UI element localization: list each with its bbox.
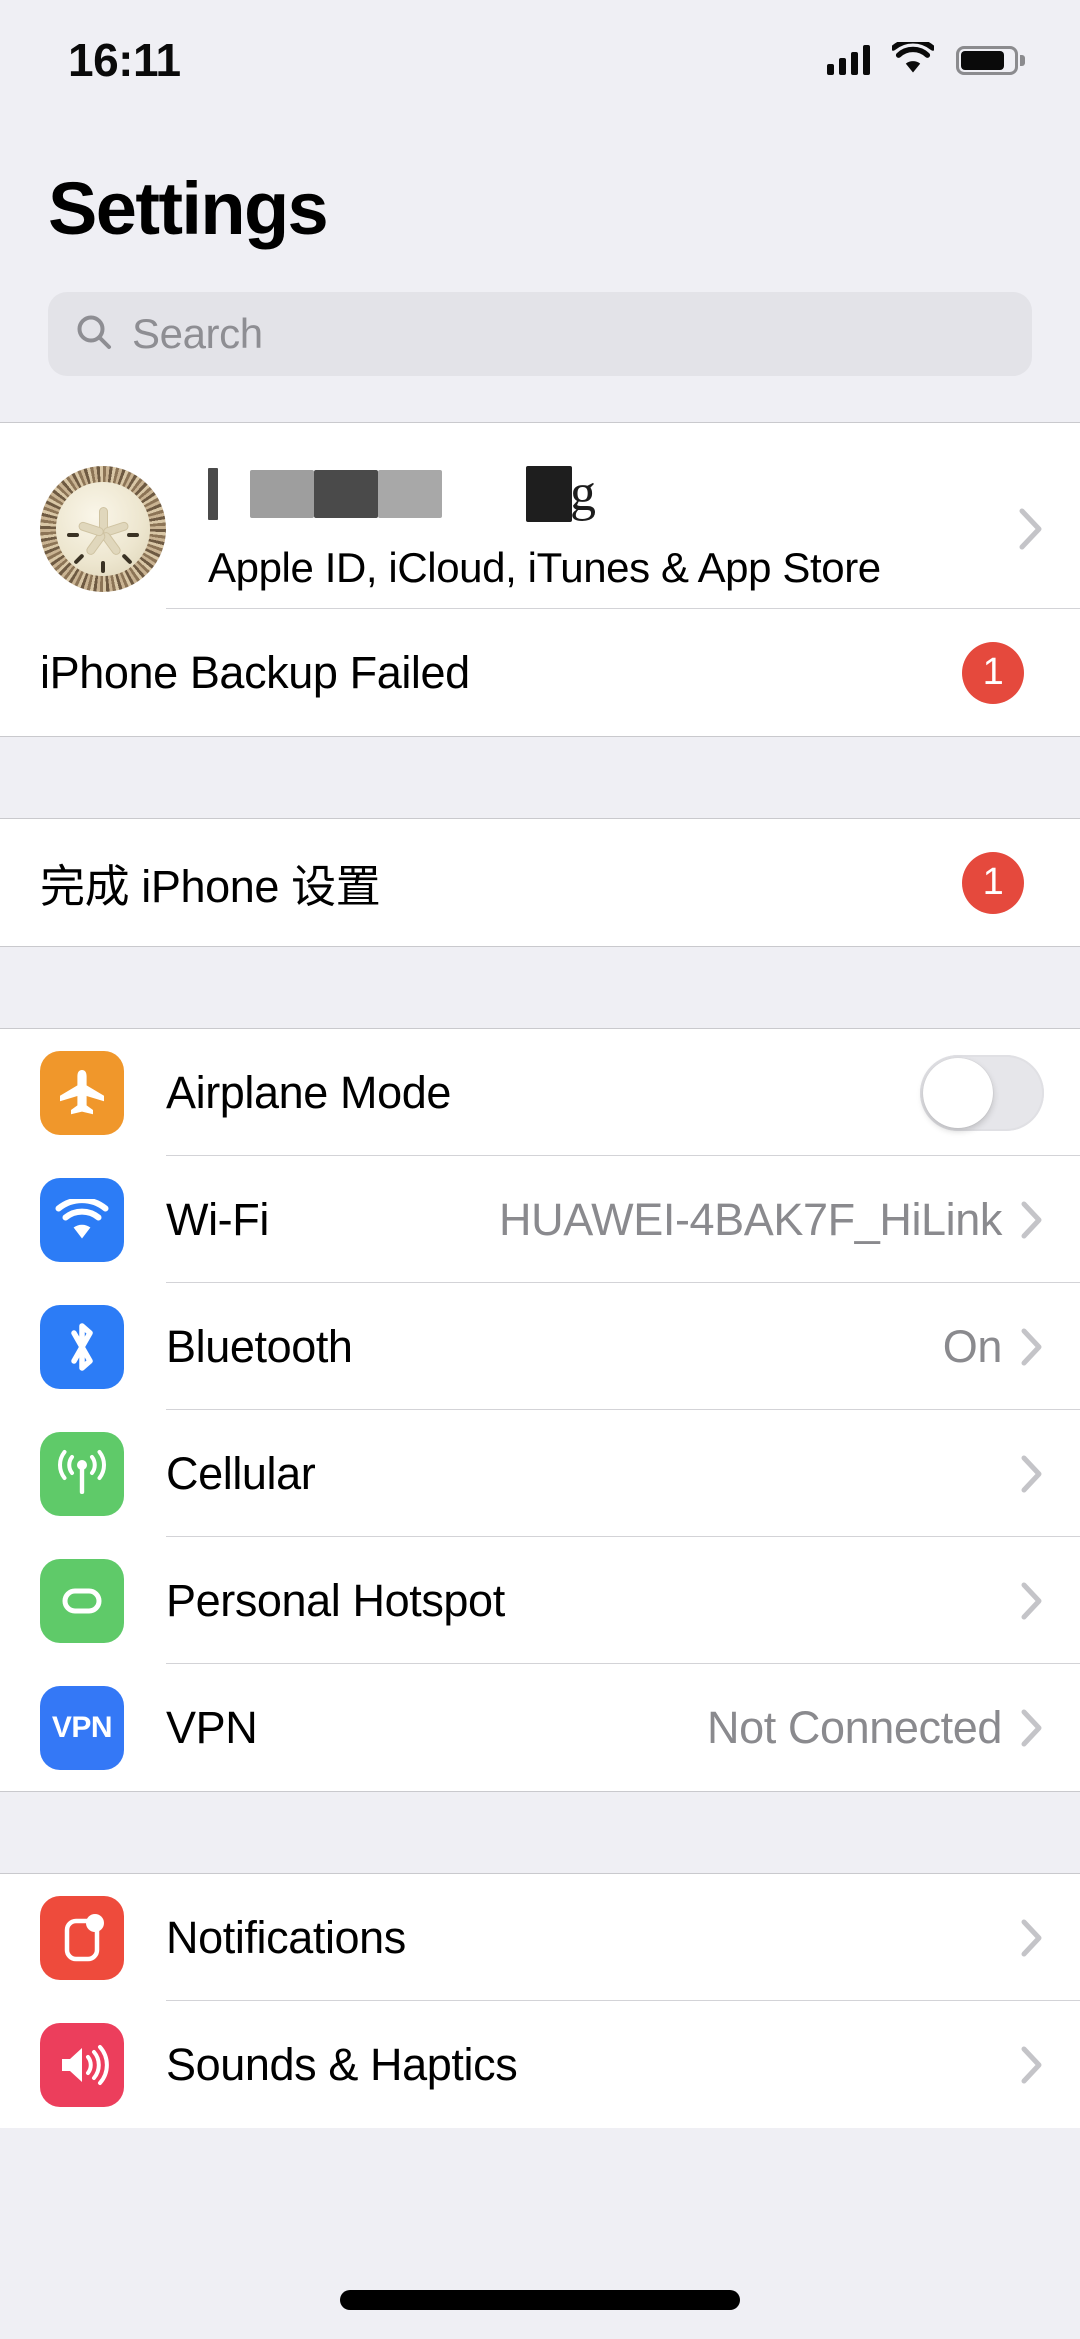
chevron-right-icon: [1020, 1326, 1044, 1368]
apple-id-row[interactable]: g Apple ID, iCloud, iTunes & App Store: [0, 423, 1080, 609]
battery-icon: [956, 46, 1018, 75]
apple-id-text: g Apple ID, iCloud, iTunes & App Store: [208, 466, 1018, 592]
spacer-group-3: [0, 1792, 1080, 1873]
row-value: On: [943, 1321, 1020, 1373]
row-airplane-mode[interactable]: Airplane Mode: [0, 1029, 1080, 1156]
row-cellular[interactable]: Cellular: [0, 1410, 1080, 1537]
redaction-block: [378, 470, 442, 518]
status-bar: 16:11: [0, 0, 1080, 120]
status-badge: 1: [962, 852, 1024, 914]
row-label: VPN: [166, 1702, 707, 1754]
redaction-glyph: [208, 468, 218, 520]
vpn-icon-label: VPN: [52, 1711, 112, 1745]
speaker-icon: [40, 2023, 124, 2107]
chevron-right-icon: [1020, 1917, 1044, 1959]
row-value: HUAWEI-4BAK7F_HiLink: [499, 1194, 1020, 1246]
row-label: Airplane Mode: [166, 1067, 920, 1119]
row-label: 完成 iPhone 设置: [40, 850, 962, 915]
chevron-right-icon: [1020, 2044, 1044, 2086]
row-iphone-backup-failed[interactable]: iPhone Backup Failed 1: [0, 609, 1080, 736]
spacer-group-2: [0, 947, 1080, 1028]
cellular-antenna-icon: [40, 1432, 124, 1516]
chevron-right-icon: [1020, 1453, 1044, 1495]
apple-id-subtitle: Apple ID, iCloud, iTunes & App Store: [208, 544, 998, 592]
cellular-signal-icon: [827, 45, 870, 75]
redaction-block: [314, 470, 378, 518]
avatar: [40, 466, 166, 592]
redaction-block: [526, 466, 572, 522]
row-bluetooth[interactable]: Bluetooth On: [0, 1283, 1080, 1410]
system-group: Notifications Sounds & Haptics: [0, 1873, 1080, 2128]
chevron-right-icon: [1020, 1707, 1044, 1749]
row-sounds-haptics[interactable]: Sounds & Haptics: [0, 2001, 1080, 2128]
setup-group: 完成 iPhone 设置 1: [0, 818, 1080, 947]
hotspot-link-icon: [40, 1559, 124, 1643]
wifi-status-icon: [892, 42, 934, 78]
row-label: iPhone Backup Failed: [40, 647, 962, 699]
connectivity-group: Airplane Mode Wi-Fi HUAWEI-4BAK7F_HiLink: [0, 1028, 1080, 1792]
chevron-right-icon: [1020, 1580, 1044, 1622]
airplane-mode-toggle[interactable]: [920, 1055, 1044, 1131]
status-bar-indicators: [827, 42, 1018, 78]
search-placeholder: Search: [132, 310, 263, 358]
chevron-right-icon: [1018, 506, 1044, 552]
notifications-icon: [40, 1896, 124, 1980]
status-badge: 1: [962, 642, 1024, 704]
apple-id-group: g Apple ID, iCloud, iTunes & App Store i…: [0, 422, 1080, 737]
wifi-icon: [40, 1178, 124, 1262]
row-label: Notifications: [166, 1912, 1020, 1964]
vpn-icon: VPN: [40, 1686, 124, 1770]
airplane-icon: [40, 1051, 124, 1135]
row-wifi[interactable]: Wi-Fi HUAWEI-4BAK7F_HiLink: [0, 1156, 1080, 1283]
row-label: Sounds & Haptics: [166, 2039, 1020, 2091]
row-personal-hotspot[interactable]: Personal Hotspot: [0, 1537, 1080, 1664]
redaction-block: [250, 470, 314, 518]
search-field[interactable]: Search: [48, 292, 1032, 376]
row-label: Cellular: [166, 1448, 1002, 1500]
spacer-group-1: [0, 737, 1080, 818]
search-icon: [74, 312, 114, 357]
row-vpn[interactable]: VPN VPN Not Connected: [0, 1664, 1080, 1791]
bluetooth-icon: [40, 1305, 124, 1389]
row-finish-iphone-setup[interactable]: 完成 iPhone 设置 1: [0, 819, 1080, 946]
apple-id-name-redacted: g: [208, 466, 998, 522]
row-label: Personal Hotspot: [166, 1575, 1002, 1627]
settings-header: Settings Search: [0, 120, 1080, 376]
spacer-after-search: [0, 376, 1080, 422]
row-label: Bluetooth: [166, 1321, 943, 1373]
settings-screen: 16:11 Settings: [0, 0, 1080, 2339]
page-title: Settings: [48, 172, 1032, 246]
row-notifications[interactable]: Notifications: [0, 1874, 1080, 2001]
row-label: Wi-Fi: [166, 1194, 499, 1246]
chevron-right-icon: [1020, 1199, 1044, 1241]
row-value: Not Connected: [707, 1702, 1020, 1754]
redaction-glyph: g: [570, 473, 596, 515]
status-bar-clock: 16:11: [68, 33, 181, 87]
home-indicator: [340, 2290, 740, 2310]
